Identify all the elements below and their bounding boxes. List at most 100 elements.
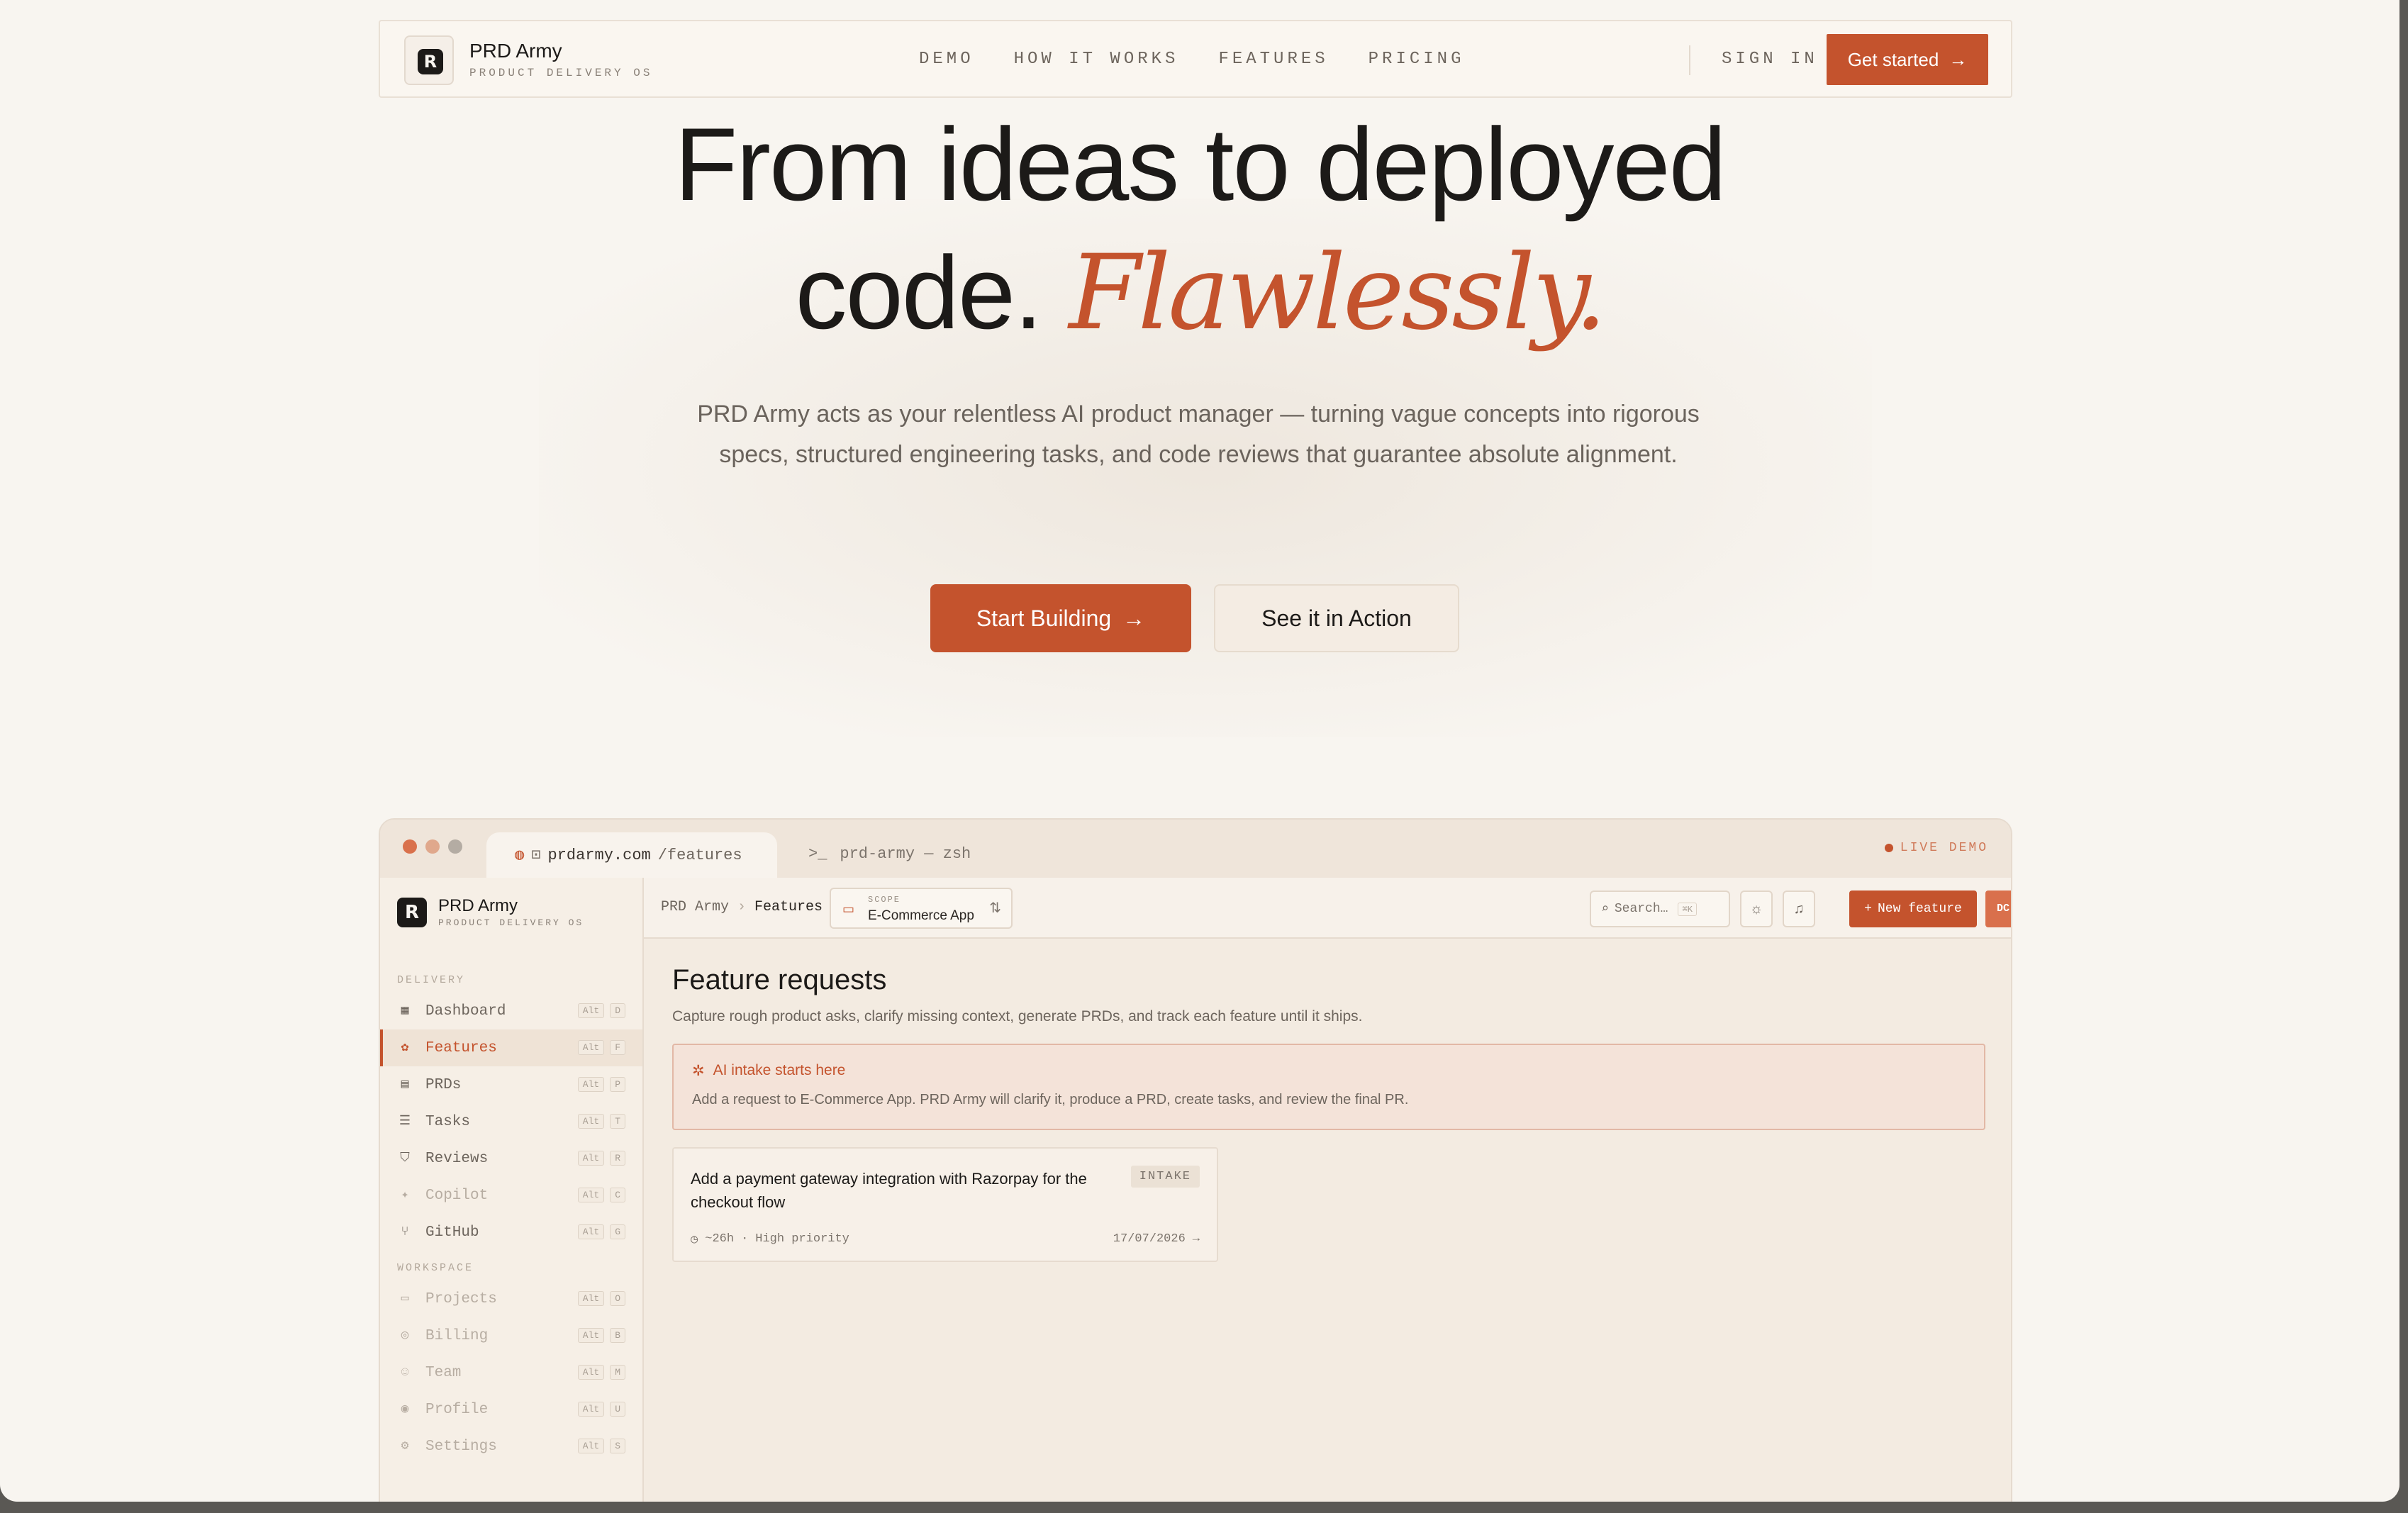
sparkle-icon: ✲ xyxy=(692,1063,705,1079)
start-building-label: Start Building xyxy=(976,605,1112,631)
alt-key: Alt xyxy=(577,1224,605,1239)
sidebar-item-label: Copilot xyxy=(425,1187,489,1204)
app-main-pane: PRD Army › Features ▭ SCOPE E-Commerce A… xyxy=(644,878,2011,1502)
sign-in-link[interactable]: SIGN IN xyxy=(1722,50,1818,69)
shortcut-key: M xyxy=(610,1365,625,1380)
nav-link-how-it-works[interactable]: HOW IT WORKS xyxy=(1014,50,1179,69)
sidebar-logo-icon[interactable]: R xyxy=(397,898,427,927)
hero-headline-line-1: From ideas to deployed xyxy=(674,106,1727,222)
shortcut-hint: Alt D xyxy=(577,1003,625,1018)
sidebar-item-label: Billing xyxy=(425,1327,489,1344)
sidebar-item-dashboard[interactable]: ▦ Dashboard Alt D xyxy=(380,993,642,1029)
window-close-dot xyxy=(403,839,417,854)
shortcut-key: C xyxy=(610,1188,625,1202)
live-demo-badge: LIVE DEMO xyxy=(1884,841,1988,855)
shortcut-key: D xyxy=(610,1003,625,1018)
live-demo-label: LIVE DEMO xyxy=(1900,841,1988,855)
arrow-right-icon: → xyxy=(1122,605,1146,631)
sidebar-item-label: Settings xyxy=(425,1438,497,1455)
shortcut-hint: Alt B xyxy=(577,1328,625,1343)
arrow-right-icon: → xyxy=(1192,1232,1200,1246)
new-feature-button[interactable]: + New feature xyxy=(1849,891,1977,927)
sidebar-item-label: Dashboard xyxy=(425,1003,506,1020)
sidebar-item-copilot[interactable]: ✦ Copilot Alt C xyxy=(380,1177,642,1214)
nav-link-features[interactable]: FEATURES xyxy=(1218,50,1328,69)
globe-icon: ◍ xyxy=(515,847,525,864)
shortcut-key: P xyxy=(610,1077,625,1092)
intake-title: AI intake starts here xyxy=(713,1062,846,1078)
nav-divider xyxy=(1689,45,1690,75)
clock-icon: ◷ xyxy=(691,1234,698,1247)
start-building-button[interactable]: Start Building → xyxy=(930,584,1191,652)
shortcut-key: R xyxy=(610,1151,625,1166)
hero-headline-accent: Flawlessly. xyxy=(1069,233,1607,353)
sidebar-item-label: Features xyxy=(425,1039,497,1056)
app-sidebar: R PRD Army PRODUCT DELIVERY OS DELIVERY … xyxy=(380,878,644,1502)
switch-arrows-icon: ⇅ xyxy=(989,900,1001,916)
sidebar-brand-tagline: PRODUCT DELIVERY OS xyxy=(438,917,584,928)
sidebar-item-settings[interactable]: ⚙ Settings Alt S xyxy=(380,1428,642,1465)
feature-estimate: ~26h xyxy=(705,1232,735,1246)
scope-selector[interactable]: ▭ SCOPE E-Commerce App ⇅ xyxy=(830,888,1013,929)
window-minimize-dot xyxy=(425,839,440,854)
feature-date-link[interactable]: 17/07/2026 → xyxy=(1113,1232,1200,1246)
sidebar-item-reviews[interactable]: ⛉ Reviews Alt R xyxy=(380,1140,642,1177)
shortcut-hint: Alt C xyxy=(577,1188,625,1202)
sidebar-item-profile[interactable]: ◉ Profile Alt U xyxy=(380,1391,642,1428)
meta-separator: · xyxy=(741,1232,749,1246)
sidebar-item-projects[interactable]: ▭ Projects Alt O xyxy=(380,1280,642,1317)
nav-link-pricing[interactable]: PRICING xyxy=(1369,50,1465,69)
scope-label: SCOPE xyxy=(868,895,901,905)
brand-tagline: PRODUCT DELIVERY OS xyxy=(469,67,653,79)
brand-logo[interactable]: R xyxy=(404,35,454,85)
shortcut-key: F xyxy=(610,1040,625,1055)
notifications-button[interactable]: ♫ xyxy=(1783,891,1815,927)
search-shortcut: ⌘K xyxy=(1678,902,1697,916)
live-dot-icon xyxy=(1884,844,1893,852)
shortcut-hint: Alt O xyxy=(577,1291,625,1306)
tab-domain: prdarmy.com xyxy=(547,846,651,864)
hero-headline-line-2: code. Flawlessly. xyxy=(0,233,2399,353)
avatar[interactable]: DC xyxy=(1985,891,2011,927)
alt-key: Alt xyxy=(577,1003,605,1018)
sidebar-item-prds[interactable]: ▤ PRDs Alt P xyxy=(380,1066,642,1103)
shortcut-hint: Alt T xyxy=(577,1114,625,1129)
shortcut-key: S xyxy=(610,1439,625,1453)
get-started-button[interactable]: Get started → xyxy=(1827,34,1988,85)
shortcut-key: U xyxy=(610,1402,625,1417)
window-maximize-dot xyxy=(448,839,462,854)
sidebar-item-features[interactable]: ✿ Features Alt F xyxy=(380,1029,642,1066)
sparkle-icon: ✦ xyxy=(401,1188,409,1202)
demo-browser-chrome: ◍ ⊡ prdarmy.com /features >_ prd-army — … xyxy=(380,820,2011,878)
sidebar-item-github[interactable]: ⑂ GitHub Alt G xyxy=(380,1214,642,1251)
search-input[interactable]: ⌕ Search… ⌘K xyxy=(1590,891,1730,927)
breadcrumb-root[interactable]: PRD Army xyxy=(661,899,729,915)
gear-icon: ⚙ xyxy=(401,1439,409,1453)
sidebar-item-team[interactable]: ☺ Team Alt M xyxy=(380,1354,642,1391)
alt-key: Alt xyxy=(577,1402,605,1417)
see-it-in-action-button[interactable]: See it in Action xyxy=(1214,584,1459,652)
browser-tab-features[interactable]: ◍ ⊡ prdarmy.com /features xyxy=(486,832,777,878)
alt-key: Alt xyxy=(577,1040,605,1055)
shortcut-hint: Alt M xyxy=(577,1365,625,1380)
folder-icon: ▭ xyxy=(842,902,855,916)
feature-meta: ◷ ~26h · High priority xyxy=(691,1232,849,1247)
plus-icon: + xyxy=(1864,902,1872,916)
breadcrumb-current: Features xyxy=(754,899,823,915)
shortcut-hint: Alt U xyxy=(577,1402,625,1417)
feature-date: 17/07/2026 xyxy=(1113,1232,1186,1246)
sidebar-item-tasks[interactable]: ☰ Tasks Alt T xyxy=(380,1103,642,1140)
get-started-label: Get started xyxy=(1847,48,1939,70)
shortcut-hint: Alt F xyxy=(577,1040,625,1055)
tab-path: /features xyxy=(657,846,742,864)
nav-link-demo[interactable]: DEMO xyxy=(919,50,974,69)
see-it-in-action-label: See it in Action xyxy=(1261,605,1412,631)
theme-toggle-button[interactable]: ☼ xyxy=(1740,891,1773,927)
feature-request-card[interactable]: Add a payment gateway integration with R… xyxy=(672,1147,1218,1262)
sidebar-item-billing[interactable]: ◎ Billing Alt B xyxy=(380,1317,642,1354)
alt-key: Alt xyxy=(577,1328,605,1343)
browser-tab-terminal[interactable]: >_ prd-army — zsh xyxy=(808,845,971,863)
app-toolbar: PRD Army › Features ▭ SCOPE E-Commerce A… xyxy=(644,878,2011,939)
shortcut-hint: Alt R xyxy=(577,1151,625,1166)
brand-name[interactable]: PRD Army xyxy=(469,40,562,62)
